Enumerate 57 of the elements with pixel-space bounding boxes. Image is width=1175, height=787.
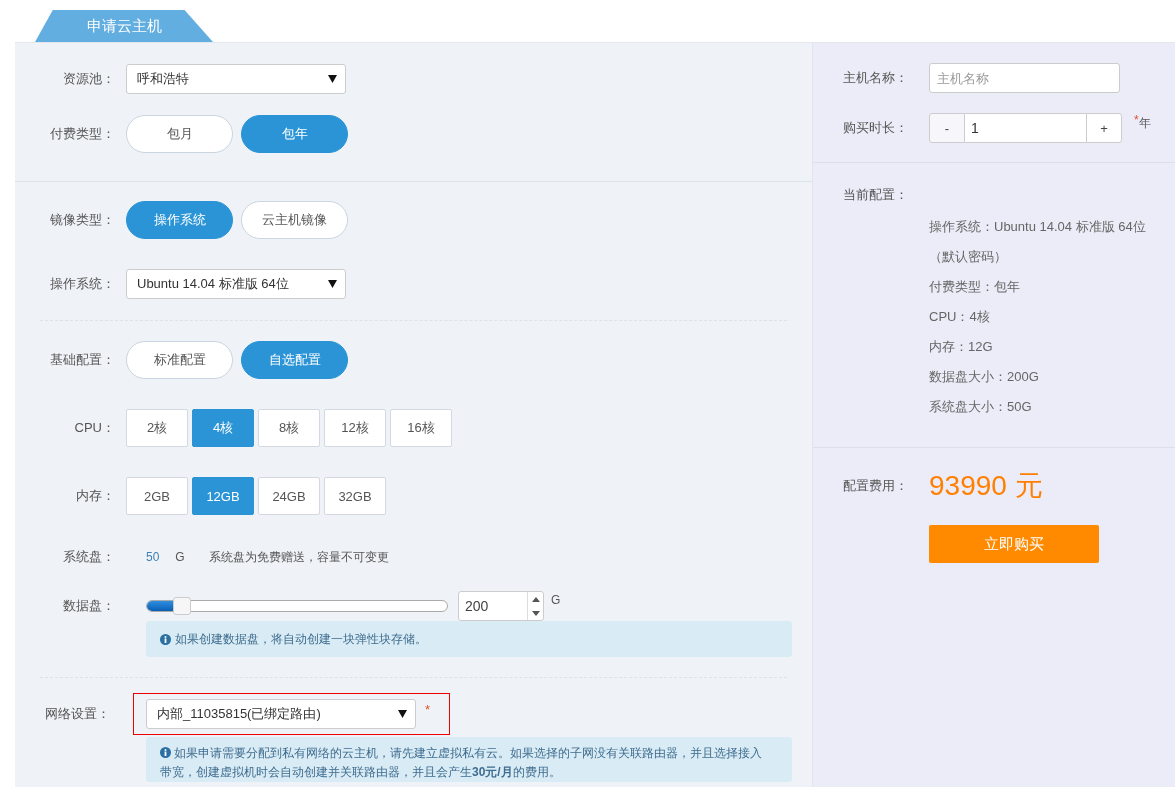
option-button[interactable]: 2核 bbox=[126, 409, 188, 447]
info-text: 如果申请需要分配到私有网络的云主机，请先建立虚拟私有云。如果选择的子网没有关联路由器，并且选择接入带宽，创建虚拟机时会自动创建并关联路由器，并且会产生30元/月的费用。 bbox=[160, 745, 764, 781]
field-label: 购买时长： bbox=[843, 119, 909, 137]
option-button[interactable]: 12核 bbox=[324, 409, 386, 447]
field-label: 系统盘： bbox=[62, 548, 115, 566]
unit-label: G bbox=[175, 550, 185, 564]
host-name-field[interactable]: 主机名称 bbox=[929, 63, 1120, 93]
disk-size: 50 bbox=[146, 550, 160, 564]
duration-field[interactable]: 1 bbox=[965, 113, 1086, 143]
option-button[interactable]: 24GB bbox=[258, 477, 320, 515]
up-arrow-icon[interactable] bbox=[531, 596, 540, 602]
unit-label: 年 bbox=[1138, 116, 1151, 132]
field-label: 操作系统： bbox=[49, 275, 115, 293]
field-label: 内存： bbox=[75, 487, 115, 505]
field-label: 基础配置： bbox=[49, 351, 115, 369]
option-button[interactable]: 包月 bbox=[126, 115, 233, 153]
field-label: CPU： bbox=[73, 419, 115, 437]
option-button[interactable]: 32GB bbox=[324, 477, 386, 515]
config-text: 系统盘大小：50G bbox=[929, 398, 1033, 416]
price: 93990 元 bbox=[929, 469, 1043, 503]
option-button[interactable]: 标准配置 bbox=[126, 341, 233, 379]
option-button[interactable]: 云主机镜像 bbox=[241, 201, 348, 239]
required-mark: * bbox=[425, 702, 431, 717]
slider-track[interactable] bbox=[146, 600, 448, 612]
field-label: 数据盘： bbox=[62, 597, 115, 615]
note-text: 系统盘为免费赠送，容量不可变更 bbox=[208, 548, 389, 566]
decrement-button[interactable]: - bbox=[929, 113, 965, 143]
config-text: 付费类型：包年 bbox=[929, 278, 1021, 296]
slider-handle[interactable] bbox=[173, 597, 191, 615]
field-label: 资源池： bbox=[62, 70, 115, 88]
caret-icon bbox=[328, 75, 337, 83]
network-select[interactable]: 内部_11035815(已绑定路由) bbox=[146, 699, 416, 729]
field-label: 主机名称： bbox=[843, 69, 909, 87]
down-arrow-icon[interactable] bbox=[531, 610, 540, 616]
option-button[interactable]: 2GB bbox=[126, 477, 188, 515]
os-select[interactable]: Ubuntu 14.04 标准版 64位 bbox=[126, 269, 346, 299]
config-text: 内存：12G bbox=[929, 338, 994, 356]
required-mark: * bbox=[1134, 113, 1139, 127]
config-text: 数据盘大小：200G bbox=[929, 368, 1040, 386]
config-text: 操作系统：Ubuntu 14.04 标准版 64位（默认密码） bbox=[929, 218, 1147, 266]
field-label: 付费类型： bbox=[49, 125, 115, 143]
field-label: 配置费用： bbox=[843, 477, 909, 495]
field-label: 镜像类型： bbox=[49, 211, 115, 229]
caret-icon bbox=[328, 280, 337, 288]
increment-button[interactable]: + bbox=[1086, 113, 1122, 143]
info-text: 如果创建数据盘，将自动创建一块弹性块存储。 bbox=[175, 631, 427, 648]
option-button[interactable]: 16核 bbox=[390, 409, 452, 447]
info-icon bbox=[160, 747, 171, 758]
info-icon bbox=[160, 633, 171, 645]
number-field[interactable]: 200 bbox=[458, 591, 544, 621]
config-text: CPU：4核 bbox=[929, 308, 991, 326]
field-label: 当前配置： bbox=[843, 187, 908, 202]
caret-icon bbox=[398, 710, 407, 718]
field-label: 网络设置： bbox=[44, 705, 110, 723]
option-button[interactable]: 8核 bbox=[258, 409, 320, 447]
resource-pool-select[interactable]: 呼和浩特 bbox=[126, 64, 346, 94]
unit-label: G bbox=[551, 593, 561, 607]
